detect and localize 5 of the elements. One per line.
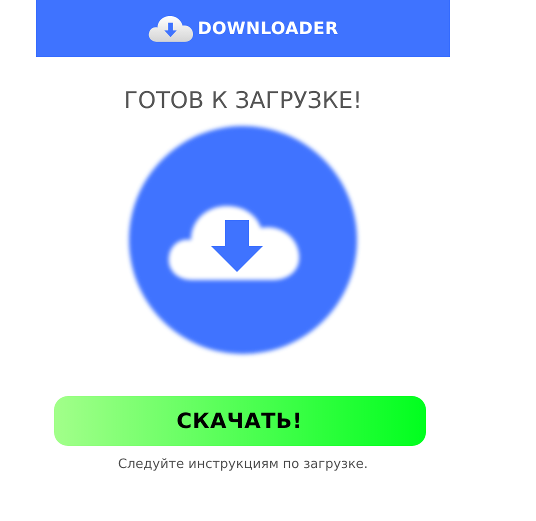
- instruction-text: Следуйте инструкциям по загрузке.: [118, 457, 368, 472]
- page-title: ГОТОВ К ЗАГРУЗКЕ!: [124, 87, 362, 116]
- cloud-download-icon: [148, 14, 194, 43]
- logo-text: DOWNLOADER: [198, 18, 338, 38]
- download-button[interactable]: СКАЧАТЬ!: [54, 396, 426, 446]
